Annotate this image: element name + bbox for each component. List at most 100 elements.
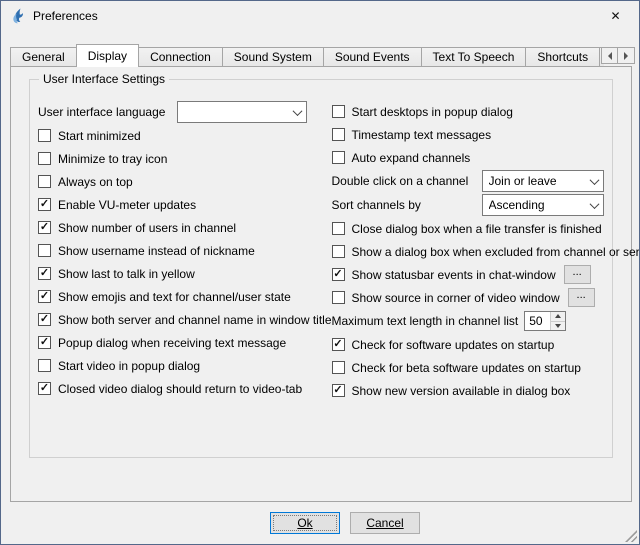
checkbox-row: Show new version available in dialog box [332,379,605,402]
resize-grip[interactable] [625,530,637,542]
ok-button-label: Ok [297,516,312,530]
tab-sound-events[interactable]: Sound Events [323,47,422,67]
left-column: User interface language Start minimized … [38,100,332,402]
app-icon [10,8,26,24]
window-title: Preferences [33,9,98,23]
sort-channels-label: Sort channels by [332,198,482,212]
checkbox-label[interactable]: Always on top [58,175,133,189]
tab-sound-system[interactable]: Sound System [222,47,324,67]
checkbox[interactable] [332,222,345,235]
checkbox[interactable] [38,267,51,280]
checkbox-label[interactable]: Popup dialog when receiving text message [58,336,286,350]
statusbar-events-more-button[interactable]: ... [564,265,591,284]
checkbox-label[interactable]: Minimize to tray icon [58,152,167,166]
checkbox-label[interactable]: Show statusbar events in chat-window [352,268,556,282]
checkbox[interactable] [38,290,51,303]
checkbox[interactable] [38,129,51,142]
chevron-down-icon [289,102,306,122]
tab-label: Shortcuts [537,50,588,64]
video-source-more-button[interactable]: ... [568,288,595,307]
tab-label: Display [88,49,127,63]
max-text-length-row: Maximum text length in channel list 50 [332,309,605,333]
tab-display[interactable]: Display [76,44,139,67]
checkbox-label[interactable]: Close dialog box when a file transfer is… [352,222,602,236]
tab-bar: General Display Connection Sound System … [10,44,604,67]
tab-shortcuts[interactable]: Shortcuts [525,47,600,67]
language-label: User interface language [38,105,177,119]
checkbox[interactable] [38,152,51,165]
checkbox[interactable] [332,128,345,141]
checkbox-row: Closed video dialog should return to vid… [38,377,332,400]
checkbox-row: Close dialog box when a file transfer is… [332,217,605,240]
double-click-select[interactable]: Join or leave [482,170,605,192]
checkbox-label[interactable]: Timestamp text messages [352,128,492,142]
checkbox[interactable] [38,359,51,372]
tab-scroll-control [601,47,635,64]
spin-down-icon[interactable] [551,322,565,331]
checkbox[interactable] [332,151,345,164]
checkbox-label[interactable]: Start video in popup dialog [58,359,200,373]
checkbox-row: Enable VU-meter updates [38,193,332,216]
checkbox-label[interactable]: Show username instead of nickname [58,244,255,258]
close-icon[interactable]: ✕ [593,2,638,30]
checkbox[interactable] [332,245,345,258]
tab-label: Sound System [234,50,312,64]
checkbox[interactable] [332,338,345,351]
checkbox[interactable] [332,268,345,281]
checkbox-row: Check for software updates on startup [332,333,605,356]
tab-page-display: User Interface Settings User interface l… [10,66,632,502]
checkbox-label[interactable]: Show number of users in channel [58,221,236,235]
tab-scroll-left-icon[interactable] [601,47,618,64]
language-select[interactable] [177,101,307,123]
tab-connection[interactable]: Connection [138,47,223,67]
tab-general[interactable]: General [10,47,77,67]
checkbox-label[interactable]: Auto expand channels [352,151,471,165]
tab-text-to-speech[interactable]: Text To Speech [421,47,527,67]
user-interface-settings-group: User Interface Settings User interface l… [29,79,613,458]
tab-scroll-right-icon[interactable] [618,47,635,64]
combo-value: Join or leave [489,174,587,188]
language-row: User interface language [38,100,332,124]
checkbox[interactable] [38,313,51,326]
checkbox-label[interactable]: Show last to talk in yellow [58,267,195,281]
statusbar-events-row: Show statusbar events in chat-window ... [332,263,605,286]
double-click-row: Double click on a channel Join or leave [332,169,605,193]
video-source-row: Show source in corner of video window ..… [332,286,605,309]
checkbox-label[interactable]: Show emojis and text for channel/user st… [58,290,291,304]
checkbox-label[interactable]: Check for beta software updates on start… [352,361,581,375]
checkbox[interactable] [332,384,345,397]
sort-channels-select[interactable]: Ascending [482,194,605,216]
spin-up-icon[interactable] [551,312,565,322]
checkbox[interactable] [38,382,51,395]
checkbox-label[interactable]: Start minimized [58,129,141,143]
checkbox-row: Minimize to tray icon [38,147,332,170]
checkbox[interactable] [332,105,345,118]
checkbox-label[interactable]: Show source in corner of video window [352,291,560,305]
checkbox[interactable] [38,221,51,234]
checkbox[interactable] [38,244,51,257]
chevron-down-icon [586,195,603,215]
spinner-value[interactable]: 50 [525,312,550,330]
checkbox-label[interactable]: Show both server and channel name in win… [58,313,332,327]
checkbox-row: Start desktops in popup dialog [332,100,605,123]
tab-label: Connection [150,50,211,64]
checkbox-label[interactable]: Show new version available in dialog box [352,384,571,398]
checkbox[interactable] [38,175,51,188]
checkbox[interactable] [332,361,345,374]
cancel-button[interactable]: Cancel [350,512,420,534]
checkbox-label[interactable]: Enable VU-meter updates [58,198,196,212]
checkbox[interactable] [38,198,51,211]
spinner-buttons [550,312,565,330]
checkbox-label[interactable]: Closed video dialog should return to vid… [58,382,302,396]
checkbox-row: Show a dialog box when excluded from cha… [332,240,605,263]
checkbox[interactable] [332,291,345,304]
checkbox-label[interactable]: Start desktops in popup dialog [352,105,513,119]
checkbox-row: Show emojis and text for channel/user st… [38,285,332,308]
max-text-length-label: Maximum text length in channel list [332,314,519,328]
checkbox-row: Check for beta software updates on start… [332,356,605,379]
checkbox[interactable] [38,336,51,349]
checkbox-row: Start minimized [38,124,332,147]
checkbox-label[interactable]: Check for software updates on startup [352,338,555,352]
ok-button[interactable]: Ok [270,512,340,534]
checkbox-label[interactable]: Show a dialog box when excluded from cha… [352,245,640,259]
